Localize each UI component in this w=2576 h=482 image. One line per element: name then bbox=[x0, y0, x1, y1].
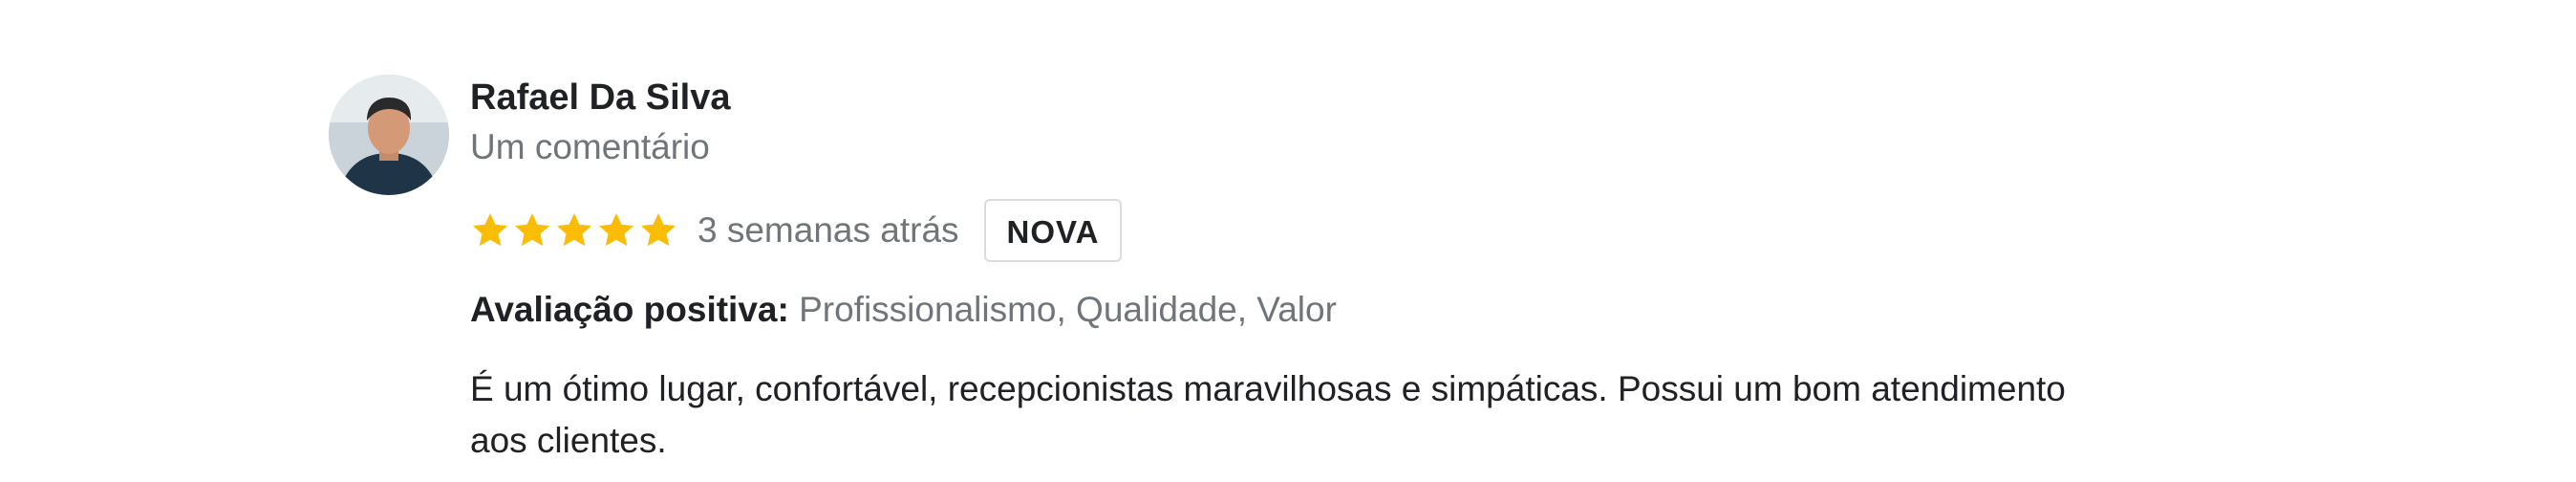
positive-rating: Avaliação positiva: Profissionalismo, Qu… bbox=[470, 285, 2333, 335]
profile-photo-icon bbox=[329, 75, 449, 195]
review-text: É um ótimo lugar, confortável, recepcion… bbox=[470, 363, 2333, 467]
star-icon bbox=[598, 213, 634, 247]
review-body: Rafael Da Silva Um comentário 3 semanas … bbox=[470, 73, 2333, 467]
positive-rating-values: Profissionalismo, Qualidade, Valor bbox=[799, 290, 1337, 329]
avatar[interactable] bbox=[329, 75, 449, 195]
star-icon bbox=[640, 213, 676, 247]
author-review-count[interactable]: Um comentário bbox=[470, 122, 2333, 172]
new-badge: NOVA bbox=[983, 199, 1123, 262]
positive-rating-label: Avaliação positiva: bbox=[470, 290, 789, 329]
review-time: 3 semanas atrás bbox=[698, 210, 959, 250]
review-text-line: aos clientes. bbox=[470, 421, 667, 460]
star-icon bbox=[472, 213, 508, 247]
rating-row: 3 semanas atrás NOVA bbox=[470, 197, 2333, 264]
star-icon bbox=[514, 213, 550, 247]
review-text-line: É um ótimo lugar, confortável, recepcion… bbox=[470, 369, 2066, 408]
star-icon bbox=[556, 213, 592, 247]
author-name[interactable]: Rafael Da Silva bbox=[470, 73, 2333, 122]
star-rating bbox=[470, 210, 678, 251]
